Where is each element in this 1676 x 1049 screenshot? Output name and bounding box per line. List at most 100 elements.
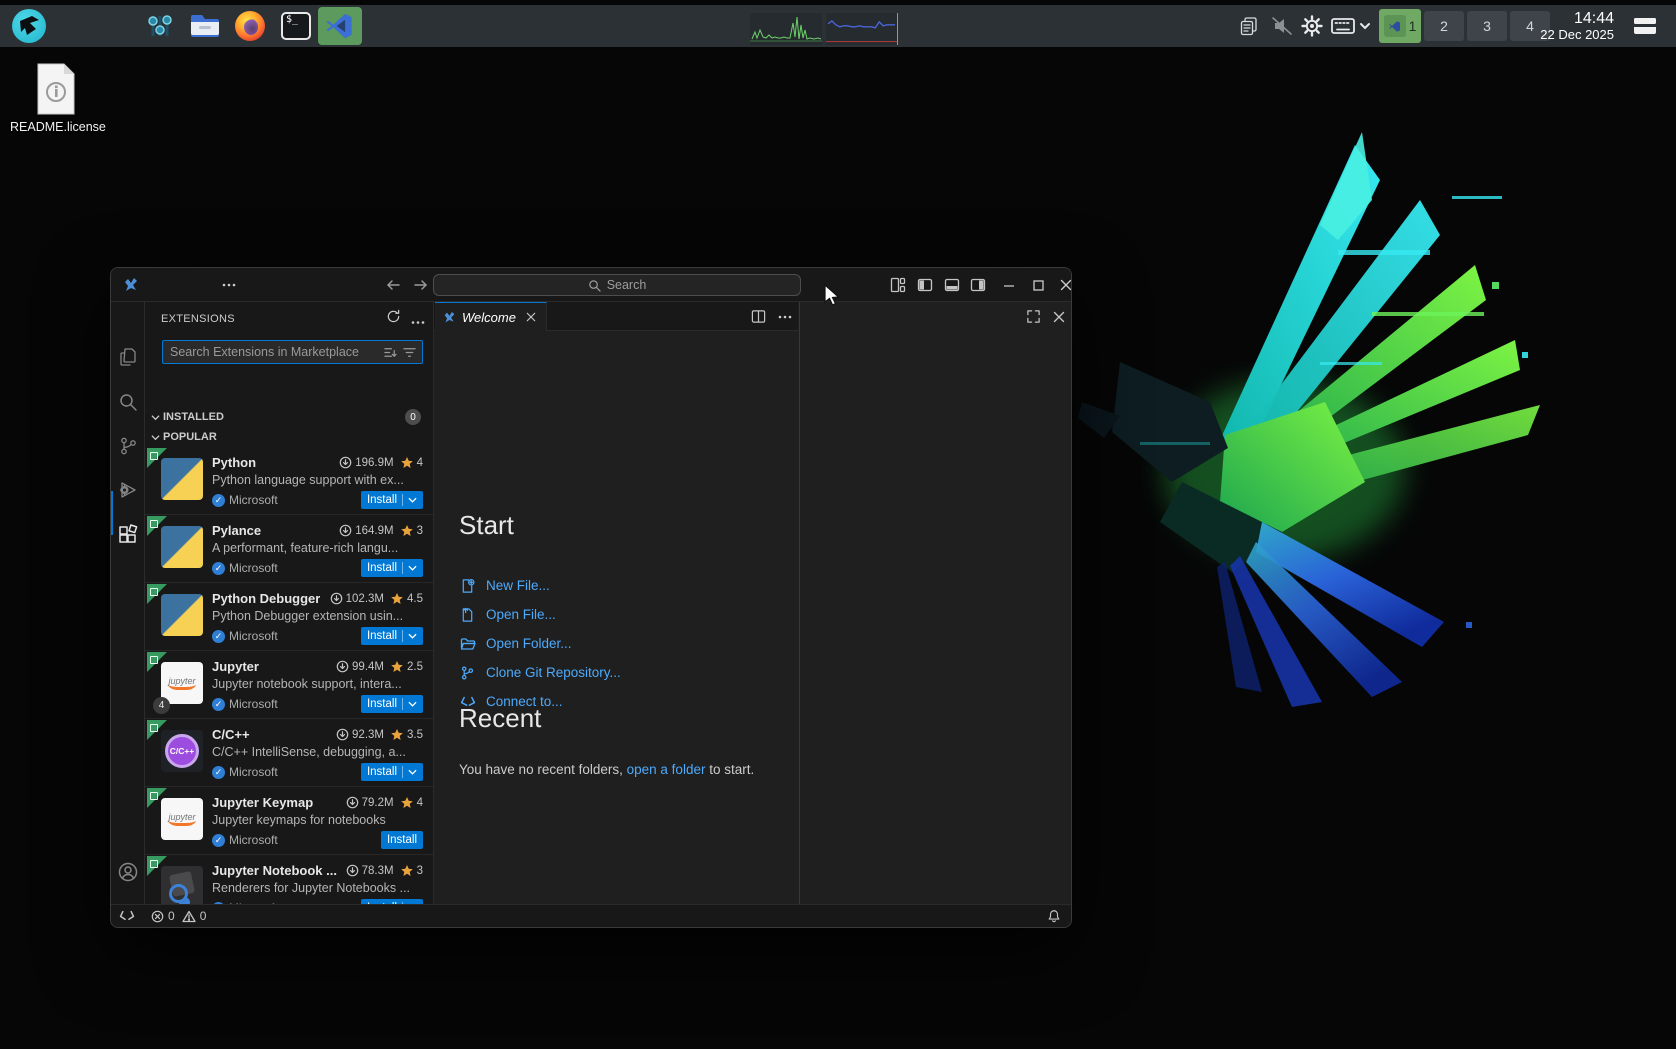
extensions-search-input[interactable] xyxy=(163,345,384,359)
sidebar-more-actions-icon[interactable] xyxy=(411,309,425,330)
volume-muted-icon[interactable] xyxy=(1270,9,1294,43)
desktop-file-readme-license[interactable]: README.license xyxy=(10,62,106,134)
settings-gear-tray-icon[interactable] xyxy=(1300,9,1324,43)
minimize-button[interactable] xyxy=(995,268,1023,302)
section-installed[interactable]: INSTALLED 0 xyxy=(145,407,433,427)
command-center-search[interactable]: Search xyxy=(433,274,801,296)
source-control-icon[interactable] xyxy=(111,424,145,468)
split-editor-icon[interactable] xyxy=(751,309,766,324)
start-item-link[interactable]: Open File... xyxy=(459,600,621,629)
downloads-icon xyxy=(336,660,349,673)
publisher-name: Microsoft xyxy=(229,493,278,507)
maximize-group-icon[interactable] xyxy=(1026,309,1041,324)
start-item-link[interactable]: New File... xyxy=(459,571,621,600)
notifications-bell-icon[interactable] xyxy=(1047,909,1061,923)
install-button[interactable]: Install xyxy=(380,831,423,849)
terminal-app-icon[interactable]: $_ xyxy=(279,9,313,43)
tray-expand-chevron-icon[interactable] xyxy=(1358,9,1372,43)
install-dropdown-icon[interactable] xyxy=(402,766,417,778)
section-installed-label: INSTALLED xyxy=(163,411,224,423)
install-button[interactable]: Install xyxy=(360,627,423,645)
start-item-label: Clone Git Repository... xyxy=(486,665,621,680)
tab-close-icon[interactable] xyxy=(526,312,536,322)
errors-icon xyxy=(151,910,164,922)
window-titlebar[interactable]: Search xyxy=(111,268,1071,302)
workspace-button[interactable]: 2 xyxy=(1424,11,1464,41)
workspace-switcher: 1 2 3 4 xyxy=(1376,9,1550,43)
tab-welcome[interactable]: Welcome xyxy=(435,302,547,331)
menu-more-button[interactable] xyxy=(213,283,245,287)
verified-publisher-icon: ✓ xyxy=(212,833,225,847)
nav-forward-button[interactable] xyxy=(407,268,435,302)
extension-list-item[interactable]: C/C++ C/C++ 92.3M 3.5 C/C++ IntelliSense… xyxy=(145,719,433,787)
star-icon xyxy=(400,864,413,876)
remote-indicator-icon[interactable] xyxy=(119,910,135,922)
extensions-list: Python 196.9M 4 Python language support … xyxy=(145,447,433,923)
remote-install-badge-icon xyxy=(147,516,167,536)
install-dropdown-icon[interactable] xyxy=(402,698,417,710)
welcome-page: Start New File... Open File... Open Fold… xyxy=(434,331,798,904)
settings-app-icon[interactable] xyxy=(143,9,177,43)
explorer-icon[interactable] xyxy=(111,335,145,379)
extension-name: Jupyter xyxy=(212,659,259,674)
close-window-button[interactable] xyxy=(1052,268,1071,302)
document-icon xyxy=(37,63,75,115)
errors-warnings-status[interactable]: 0 0 xyxy=(151,909,206,923)
install-button[interactable]: Install xyxy=(360,695,423,713)
extension-list-item[interactable]: jupyter 4 Jupyter 99.4M 2.5 Jupyter note… xyxy=(145,651,433,719)
search-view-icon[interactable] xyxy=(111,380,145,424)
extension-name: Python Debugger xyxy=(212,591,321,606)
workspace-button[interactable]: 1 xyxy=(1379,9,1421,43)
editor-more-actions-icon[interactable] xyxy=(778,315,792,319)
accounts-icon[interactable] xyxy=(111,850,145,894)
toggle-panel-icon[interactable] xyxy=(938,268,966,302)
open-a-folder-link[interactable]: open a folder xyxy=(627,762,706,777)
system-monitor-widget[interactable] xyxy=(750,13,898,45)
install-dropdown-icon[interactable] xyxy=(402,494,417,506)
toggle-sidebar-icon[interactable] xyxy=(911,268,939,302)
filter-icon[interactable] xyxy=(403,346,416,359)
file-manager-icon[interactable] xyxy=(188,9,222,43)
show-desktop-icon[interactable] xyxy=(1632,9,1658,43)
keyboard-layout-icon[interactable] xyxy=(1330,9,1356,43)
customize-layout-icon[interactable] xyxy=(884,268,912,302)
extensions-view-icon[interactable] xyxy=(111,513,145,557)
remote-install-badge-icon xyxy=(147,448,167,468)
install-button[interactable]: Install xyxy=(360,763,423,781)
close-group-icon[interactable] xyxy=(1053,311,1065,323)
run-debug-icon[interactable] xyxy=(111,468,145,512)
extension-list-item[interactable]: jupyter Jupyter Keymap 79.2M 4 Jupyter k… xyxy=(145,787,433,855)
start-item-link[interactable]: Clone Git Repository... xyxy=(459,658,621,687)
star-icon xyxy=(400,456,413,468)
section-popular[interactable]: POPULAR xyxy=(145,427,433,447)
download-count: 92.3M xyxy=(352,728,384,741)
refresh-icon[interactable] xyxy=(386,309,401,330)
wallpaper-bird xyxy=(1078,132,1540,707)
nav-back-button[interactable] xyxy=(379,268,407,302)
install-dropdown-icon[interactable] xyxy=(402,630,417,642)
start-item-label: Open Folder... xyxy=(486,636,572,651)
editor-group-2 xyxy=(799,302,1071,904)
install-dropdown-icon[interactable] xyxy=(402,562,417,574)
star-icon xyxy=(400,524,413,536)
firefox-icon[interactable] xyxy=(233,9,267,43)
clock-widget[interactable]: 14:44 22 Dec 2025 xyxy=(1540,10,1614,43)
maximize-button[interactable] xyxy=(1024,268,1052,302)
toggle-secondary-sidebar-icon[interactable] xyxy=(964,268,992,302)
extension-list-item[interactable]: Python Debugger 102.3M 4.5 Python Debugg… xyxy=(145,583,433,651)
extension-list-item[interactable]: Python 196.9M 4 Python language support … xyxy=(145,447,433,515)
workspace-button[interactable]: 3 xyxy=(1467,11,1507,41)
clipboard-tray-icon[interactable] xyxy=(1238,9,1260,43)
install-button[interactable]: Install xyxy=(360,491,423,509)
start-item-link[interactable]: Open Folder... xyxy=(459,629,621,658)
vscode-app-icon[interactable] xyxy=(322,9,356,43)
publisher-name: Microsoft xyxy=(229,833,278,847)
garuda-menu-button[interactable] xyxy=(12,9,46,43)
workspace-number: 2 xyxy=(1440,18,1448,34)
sort-filter-icon[interactable] xyxy=(384,346,397,359)
download-count: 102.3M xyxy=(345,592,384,605)
extension-list-item[interactable]: Pylance 164.9M 3 A performant, feature-r… xyxy=(145,515,433,583)
workspace-number: 4 xyxy=(1526,18,1534,34)
install-button[interactable]: Install xyxy=(360,559,423,577)
remote-install-badge-icon xyxy=(147,856,167,876)
